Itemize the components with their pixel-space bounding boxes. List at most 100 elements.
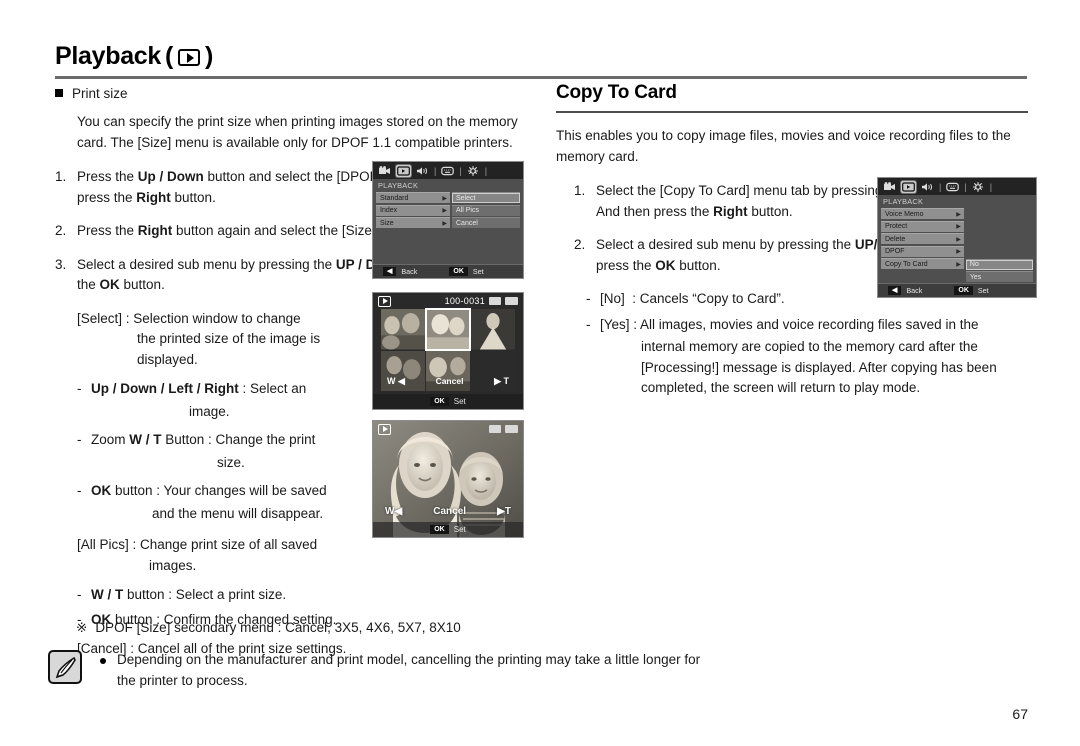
tab-separator: |	[459, 165, 462, 176]
section-heading-print-size: Print size	[55, 86, 535, 101]
lcd-menu-column: Voice Memo ▶ Protect ▶ Delete ▶ DPOF ▶ C…	[878, 208, 965, 284]
dash-marker: -	[77, 587, 82, 603]
set-label: Set	[453, 525, 466, 534]
lcd-photo-topbar: 100-0031	[373, 293, 523, 309]
lcd-menu-title: PLAYBACK	[883, 197, 924, 206]
lcd-screenshot-thumbnail-select: 100-0031 W ◀ Cancel ▶ T OK Set	[372, 292, 524, 410]
lcd-screenshot-dpof-size: | | | PLAYBACK Standard ▶ Index ▶ Size ▶	[372, 161, 524, 279]
sound-icon	[920, 181, 935, 193]
thumbnail-cell[interactable]	[471, 309, 515, 350]
lcd-menu-title: PLAYBACK	[378, 181, 419, 190]
tab-separator: |	[989, 181, 993, 192]
lcd-submenu-column: No Yes	[965, 208, 1036, 284]
battery-icon	[505, 425, 518, 433]
chevron-right-icon: ▶	[956, 261, 961, 268]
thumbnail-cell-selected[interactable]	[425, 308, 471, 351]
lcd-menu-item-delete[interactable]: Delete ▶	[881, 233, 964, 244]
lcd-screenshot-copy-to-card: | | | PLAYBACK Voice Memo ▶ Protect ▶ De…	[877, 177, 1037, 298]
lcd-zoom-bar: W ◀ Cancel ▶ T	[373, 371, 523, 391]
bullet-dot-icon	[100, 658, 106, 664]
memory-card-icon	[489, 425, 501, 433]
dpof-size-secondary-menu-note: ※ DPOF [Size] secondary menu : Cancel, 3…	[76, 620, 461, 636]
copy-to-card-divider	[556, 111, 1028, 113]
tab-separator: |	[484, 165, 488, 176]
movie-icon	[882, 181, 897, 193]
star-note-text: DPOF [Size] secondary menu : Cancel, 3X5…	[95, 620, 461, 635]
footer-set-label: Set	[472, 267, 484, 276]
yes-option-desc: - [Yes] : All images, movies and voice r…	[586, 316, 997, 396]
dash-marker: -	[77, 381, 82, 397]
left-arrow-key-icon: ◀	[888, 286, 902, 295]
allpics-description: [All Pics] : Change print size of all sa…	[77, 537, 318, 573]
lcd-menu-item-index[interactable]: Index ▶	[376, 204, 450, 216]
lcd-submenu-item-select[interactable]: Select	[452, 192, 520, 203]
w-zoom-label[interactable]: W◀	[385, 506, 402, 517]
thumbnail-cell[interactable]	[381, 309, 425, 350]
lcd-photo-topbar	[373, 421, 523, 437]
chevron-right-icon: ▶	[956, 236, 961, 243]
tab-separator: |	[434, 165, 437, 176]
note-text: Depending on the manufacturer and print …	[117, 652, 701, 688]
lcd-submenu-item-all-pics[interactable]: All Pics	[452, 204, 520, 216]
title-divider	[55, 76, 1027, 79]
dash-marker: -	[77, 483, 82, 499]
wt-dash-item: - W / T button : Select a print size.	[77, 585, 535, 606]
star-marker: ※	[76, 620, 88, 635]
dash-marker: -	[586, 316, 591, 332]
lcd-submenu-item-cancel[interactable]: Cancel	[452, 217, 520, 228]
ok-key-icon: OK	[430, 397, 449, 406]
movie-icon	[377, 165, 392, 177]
setup-icon	[466, 165, 481, 177]
chevron-right-icon: ▶	[956, 211, 961, 218]
lcd-ok-bar: OK Set	[373, 522, 523, 537]
w-zoom-label[interactable]: W ◀	[387, 376, 405, 387]
cancel-label[interactable]: Cancel	[436, 376, 464, 386]
lcd-menu-item-standard[interactable]: Standard ▶	[376, 192, 450, 203]
lcd-menu-item-size[interactable]: Size ▶	[376, 217, 450, 228]
footer-back-label: Back	[906, 286, 923, 295]
page-title-text: Playback	[55, 42, 162, 70]
square-bullet-icon	[55, 89, 63, 97]
lcd-submenu-item-no[interactable]: No	[965, 258, 1033, 270]
lcd-menu-item-dpof[interactable]: DPOF ▶	[881, 245, 964, 257]
tab-separator: |	[939, 181, 942, 192]
page-number: 67	[1012, 706, 1028, 722]
cancel-label[interactable]: Cancel	[433, 506, 466, 517]
lcd-ok-bar: OK Set	[373, 394, 523, 409]
lcd-menu-body: Voice Memo ▶ Protect ▶ Delete ▶ DPOF ▶ C…	[878, 208, 1036, 284]
lcd-footer: ◀ Back OK Set	[878, 283, 1036, 297]
lcd-menu-item-voice-memo[interactable]: Voice Memo ▶	[881, 208, 964, 219]
ok-key-icon: OK	[449, 267, 468, 276]
print-size-intro: You can specify the print size when prin…	[77, 114, 518, 150]
play-icon	[378, 423, 391, 435]
setup-icon	[971, 181, 986, 193]
battery-icon	[505, 297, 518, 305]
lcd-menu-item-protect[interactable]: Protect ▶	[881, 220, 964, 232]
play-icon	[178, 49, 201, 66]
chevron-right-icon: ▶	[442, 208, 447, 214]
set-label: Set	[453, 397, 466, 406]
note-content: Depending on the manufacturer and print …	[100, 650, 720, 691]
sound-icon	[415, 165, 430, 177]
display-icon	[945, 181, 960, 193]
lcd-menu-body: Standard ▶ Index ▶ Size ▶ Select All Pic…	[373, 192, 523, 230]
play-icon	[396, 164, 411, 177]
t-zoom-label[interactable]: ▶ T	[494, 376, 509, 387]
lcd-menu-item-copy-to-card[interactable]: Copy To Card ▶	[881, 258, 964, 269]
ok-key-icon: OK	[954, 286, 973, 295]
chevron-right-icon: ▶	[442, 220, 447, 227]
lcd-zoom-bar: W◀ Cancel ▶T	[373, 501, 523, 521]
dash-marker: -	[586, 291, 591, 307]
lcd-tab-bar: | | |	[878, 178, 1036, 195]
tab-separator: |	[964, 181, 967, 192]
lcd-submenu-item-yes[interactable]: Yes	[965, 271, 1033, 282]
copy-to-card-intro: This enables you to copy image files, mo…	[556, 128, 1011, 164]
t-zoom-label[interactable]: ▶T	[497, 506, 511, 517]
lcd-footer: ◀ Back OK Set	[373, 264, 523, 278]
left-arrow-key-icon: ◀	[383, 267, 397, 276]
copy-to-card-heading: Copy To Card	[556, 82, 677, 103]
display-icon	[440, 165, 455, 177]
lcd-menu-column: Standard ▶ Index ▶ Size ▶	[373, 192, 451, 230]
dash-marker: -	[77, 432, 82, 448]
lcd-tab-bar: | | |	[373, 162, 523, 179]
